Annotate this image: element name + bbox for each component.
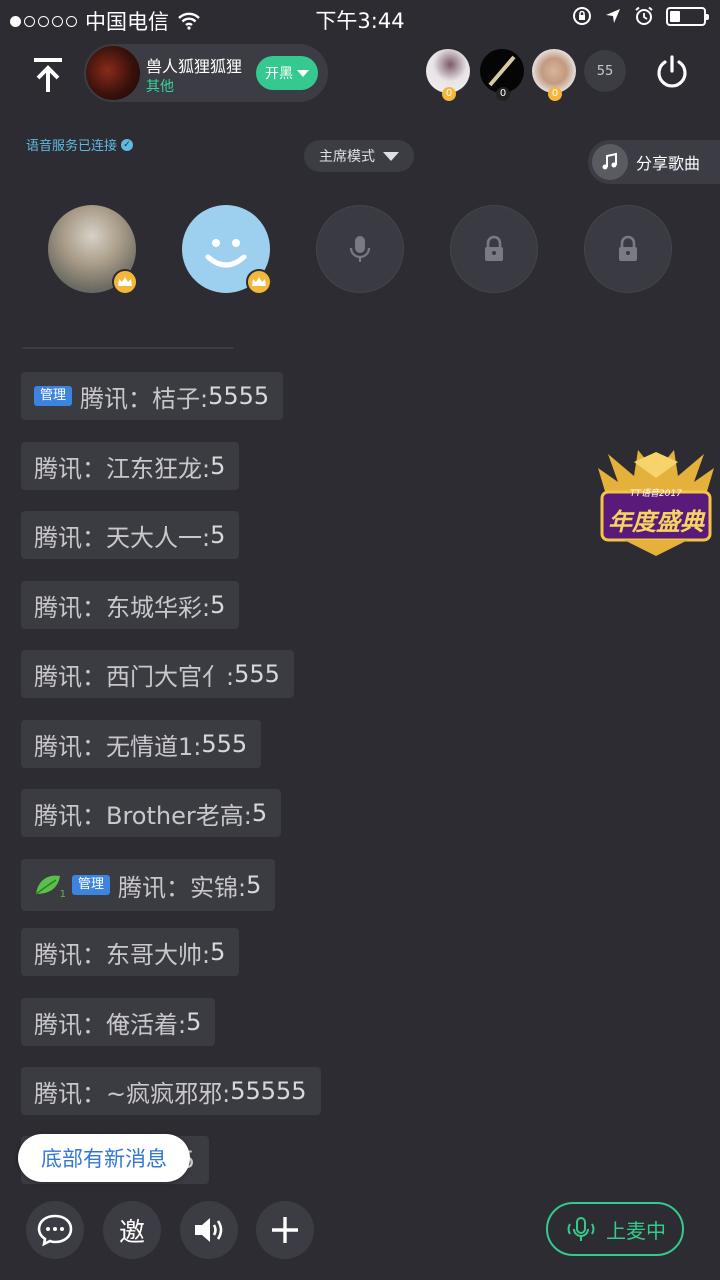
rotation-lock-icon bbox=[573, 7, 591, 25]
mic-icon bbox=[349, 236, 371, 262]
crown-icon bbox=[246, 269, 272, 295]
chat-message: 腾讯：~疯疯邪邪: 55555 bbox=[21, 1067, 321, 1115]
speaker-icon bbox=[195, 1218, 223, 1242]
message-sender[interactable]: 腾讯：~疯疯邪邪: bbox=[34, 1074, 230, 1109]
message-text: 55555 bbox=[230, 1077, 307, 1105]
seat-1-avatar[interactable] bbox=[48, 205, 138, 295]
message-sender[interactable]: 腾讯：实锦: bbox=[118, 868, 246, 903]
listener-badge: 0 bbox=[548, 87, 562, 101]
listener-avatar[interactable]: 0 bbox=[532, 49, 576, 101]
message-sender[interactable]: 腾讯：俺活着: bbox=[34, 1005, 186, 1040]
mic-status-button[interactable]: 上麦中 bbox=[546, 1202, 684, 1256]
listener-badge: 0 bbox=[496, 87, 510, 101]
listener-count-button[interactable]: 55 bbox=[584, 50, 626, 92]
room-avatar bbox=[86, 46, 140, 100]
mic-wave-icon bbox=[567, 1217, 595, 1241]
add-button[interactable] bbox=[256, 1201, 314, 1259]
mode-label: 主席模式 bbox=[319, 149, 375, 165]
chat-message: 1 管理 腾讯：实锦: 5 bbox=[21, 859, 276, 911]
message-sender[interactable]: 腾讯：江东狂龙: bbox=[34, 449, 210, 484]
lock-icon bbox=[485, 235, 503, 261]
chat-message: 腾讯：东城华彩: 5 bbox=[21, 581, 240, 629]
message-text: 5555 bbox=[208, 382, 270, 410]
chat-message: 腾讯：无情道1: 555 bbox=[21, 720, 262, 768]
chat-message: 腾讯：江东狂龙: 5 bbox=[21, 442, 240, 490]
share-song-button[interactable]: 分享歌曲 bbox=[588, 140, 720, 184]
admin-badge: 管理 bbox=[34, 386, 73, 406]
message-text: 5 bbox=[210, 938, 226, 966]
new-message-toast[interactable]: 底部有新消息 bbox=[18, 1134, 190, 1182]
room-category: 其他 bbox=[146, 79, 174, 95]
lock-icon bbox=[619, 235, 637, 261]
message-text: 5 bbox=[186, 1008, 202, 1036]
message-text: 5 bbox=[210, 452, 226, 480]
message-text: 5 bbox=[210, 591, 226, 619]
mode-selector[interactable]: 主席模式 bbox=[304, 140, 414, 172]
check-icon: ✓ bbox=[121, 138, 134, 151]
message-sender[interactable]: 腾讯：东哥大帅: bbox=[34, 935, 210, 970]
seat-4-locked[interactable] bbox=[450, 205, 538, 293]
status-bar: 中国电信 下午3:44 bbox=[0, 0, 720, 36]
collapse-up-button[interactable] bbox=[26, 52, 70, 96]
chevron-down-icon bbox=[383, 151, 399, 161]
message-text: 555 bbox=[201, 730, 248, 758]
music-note-icon bbox=[592, 144, 628, 180]
alarm-icon bbox=[635, 6, 653, 25]
invite-button[interactable]: 邀 bbox=[103, 1201, 161, 1259]
message-sender[interactable]: 腾讯：天大人一: bbox=[34, 518, 210, 553]
dropdown-arrow-icon bbox=[297, 69, 309, 77]
room-tag-label: 开黑 bbox=[265, 66, 293, 82]
message-text: 5 bbox=[246, 871, 262, 899]
leaf-level-icon: 1 bbox=[34, 872, 66, 900]
mic-status-label: 上麦中 bbox=[606, 1218, 666, 1243]
message-text: 555 bbox=[234, 660, 280, 688]
power-icon[interactable] bbox=[654, 54, 690, 90]
message-text: 5 bbox=[210, 521, 226, 549]
crown-icon bbox=[112, 269, 138, 295]
battery-icon bbox=[666, 6, 709, 26]
message-text: 5 bbox=[251, 799, 268, 827]
voice-status-label: 语音服务已连接 bbox=[26, 139, 118, 154]
speaker-button[interactable] bbox=[180, 1201, 238, 1259]
seat-2-avatar[interactable] bbox=[182, 205, 272, 295]
listener-badge: 0 bbox=[442, 87, 456, 101]
message-sender[interactable]: 腾讯：西门大官亻: bbox=[34, 657, 234, 692]
location-icon bbox=[606, 9, 620, 23]
chat-message: 腾讯：东哥大帅: 5 bbox=[21, 928, 240, 976]
message-sender[interactable]: 腾讯：无情道1: bbox=[34, 727, 201, 762]
event-badge-line1: TT语音2017 bbox=[630, 489, 682, 499]
message-sender[interactable]: 腾讯：东城华彩: bbox=[34, 588, 210, 623]
room-name: 兽人狐狸狐狸 bbox=[146, 57, 243, 76]
chat-message: 腾讯：俺活着: 5 bbox=[21, 998, 216, 1046]
chat-button[interactable] bbox=[26, 1201, 84, 1259]
listener-avatar[interactable]: 0 bbox=[426, 49, 470, 101]
divider bbox=[22, 347, 234, 349]
admin-badge: 管理 bbox=[72, 875, 111, 895]
message-sender[interactable]: 腾讯：桔子: bbox=[80, 379, 208, 414]
chat-message: 管理 腾讯：桔子: 5555 bbox=[21, 372, 284, 420]
leaf-level: 1 bbox=[59, 889, 66, 900]
message-sender[interactable]: 腾讯：Brother老高: bbox=[34, 796, 252, 831]
chat-message: 腾讯：西门大官亻: 555 bbox=[21, 650, 294, 698]
share-song-label: 分享歌曲 bbox=[636, 154, 701, 173]
room-info-card[interactable]: 兽人狐狸狐狸 其他 开黑 bbox=[84, 44, 328, 102]
voice-status: 语音服务已连接 ✓ bbox=[26, 135, 134, 154]
plus-icon bbox=[272, 1217, 298, 1243]
event-badge-line2: 年度盛典 bbox=[608, 508, 704, 536]
seat-3-empty[interactable] bbox=[316, 205, 404, 293]
seat-5-locked[interactable] bbox=[584, 205, 672, 293]
chat-bubble-icon bbox=[37, 1214, 73, 1247]
annual-event-badge[interactable]: TT语音2017 年度盛典 bbox=[594, 448, 718, 558]
room-tag-button[interactable]: 开黑 bbox=[256, 56, 318, 90]
invite-label: 邀 bbox=[118, 1217, 145, 1248]
chat-message: 腾讯：Brother老高: 5 bbox=[21, 789, 282, 837]
listener-avatar[interactable]: 0 bbox=[480, 49, 524, 101]
chat-message: 腾讯：天大人一: 5 bbox=[21, 511, 240, 559]
